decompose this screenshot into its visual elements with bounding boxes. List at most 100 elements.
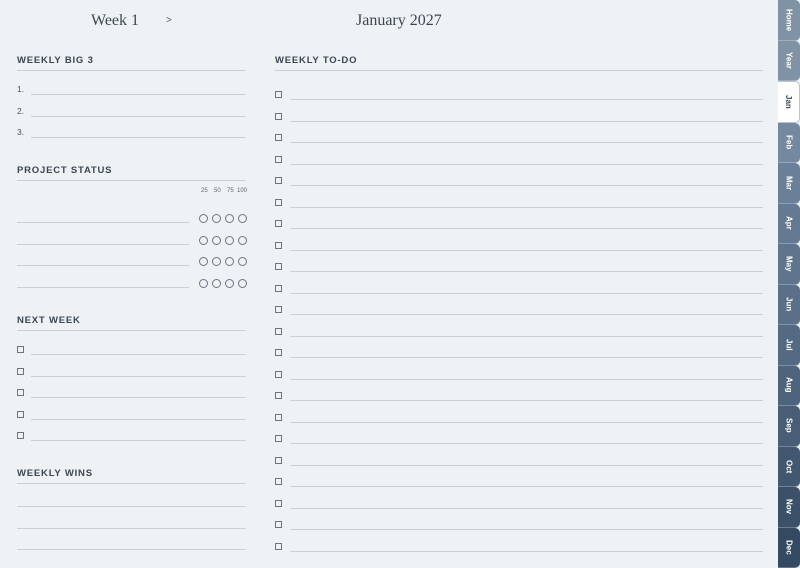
- next-week-checkbox[interactable]: [17, 367, 24, 375]
- todo-checkbox[interactable]: [275, 198, 282, 206]
- todo-checkbox[interactable]: [275, 435, 282, 442]
- todo-line[interactable]: [290, 271, 763, 272]
- tab-home[interactable]: Home: [778, 0, 800, 41]
- todo-checkbox[interactable]: [275, 134, 282, 141]
- todo-checkbox[interactable]: [275, 499, 282, 507]
- progress-circle[interactable]: [199, 235, 208, 245]
- progress-circle[interactable]: [212, 214, 221, 223]
- todo-line[interactable]: [290, 206, 763, 208]
- progress-circle[interactable]: [238, 278, 247, 288]
- month-title[interactable]: January 2027: [356, 12, 442, 30]
- todo-line[interactable]: [290, 378, 763, 380]
- todo-line[interactable]: [290, 314, 763, 315]
- todo-checkbox[interactable]: [275, 306, 282, 313]
- progress-circle[interactable]: [225, 214, 234, 223]
- next-week-line[interactable]: [31, 375, 246, 377]
- big3-writing-line[interactable]: [31, 115, 246, 117]
- progress-circle[interactable]: [199, 214, 208, 223]
- weekly-big3-rule: [17, 70, 246, 71]
- todo-checkbox[interactable]: [275, 327, 282, 335]
- project-name-line[interactable]: [17, 243, 189, 245]
- todo-checkbox[interactable]: [275, 456, 282, 464]
- progress-circle[interactable]: [238, 257, 247, 267]
- progress-circle[interactable]: [212, 235, 221, 245]
- progress-circle[interactable]: [212, 278, 221, 288]
- todo-checkbox[interactable]: [275, 112, 282, 120]
- next-week-checkbox[interactable]: [17, 346, 24, 353]
- tab-sep[interactable]: Sep: [778, 406, 800, 447]
- todo-line[interactable]: [290, 464, 763, 466]
- todo-line[interactable]: [290, 400, 763, 401]
- todo-line[interactable]: [290, 185, 763, 186]
- big3-writing-line[interactable]: [31, 137, 246, 138]
- tab-feb[interactable]: Feb: [778, 122, 800, 163]
- next-week-checkbox[interactable]: [17, 432, 24, 439]
- todo-checkbox[interactable]: [275, 521, 282, 528]
- project-name-line[interactable]: [17, 222, 189, 223]
- tab-nov[interactable]: Nov: [778, 487, 800, 528]
- next-week-checkbox[interactable]: [17, 389, 24, 396]
- tab-aug[interactable]: Aug: [778, 365, 800, 406]
- todo-line[interactable]: [290, 120, 763, 122]
- weekly-wins-line[interactable]: [17, 527, 246, 529]
- project-name-line[interactable]: [17, 286, 189, 288]
- tab-jun[interactable]: Jun: [778, 284, 800, 325]
- tab-may[interactable]: May: [778, 244, 800, 285]
- progress-circle[interactable]: [199, 257, 208, 267]
- todo-line[interactable]: [290, 443, 763, 444]
- tab-jan[interactable]: Jan: [778, 81, 800, 123]
- todo-line[interactable]: [290, 292, 763, 294]
- todo-line[interactable]: [290, 142, 763, 143]
- todo-checkbox[interactable]: [275, 220, 282, 227]
- todo-line[interactable]: [290, 357, 763, 358]
- tab-mar[interactable]: Mar: [778, 163, 800, 204]
- tab-oct[interactable]: Oct: [778, 446, 800, 487]
- todo-checkbox[interactable]: [275, 177, 282, 184]
- todo-checkbox[interactable]: [275, 542, 282, 550]
- tab-apr[interactable]: Apr: [778, 203, 800, 244]
- todo-checkbox[interactable]: [275, 413, 282, 421]
- weekly-wins-line[interactable]: [17, 549, 246, 550]
- tab-jul[interactable]: Jul: [778, 325, 800, 366]
- todo-checkbox[interactable]: [275, 241, 282, 249]
- next-week-line[interactable]: [31, 418, 246, 420]
- progress-circle[interactable]: [225, 257, 234, 267]
- project-status-title: PROJECT STATUS: [17, 165, 113, 176]
- todo-line[interactable]: [290, 507, 763, 509]
- next-week-line[interactable]: [31, 397, 246, 398]
- todo-line[interactable]: [290, 228, 763, 229]
- todo-line[interactable]: [290, 550, 763, 552]
- weekly-todo-rule: [275, 70, 763, 71]
- todo-checkbox[interactable]: [275, 478, 282, 485]
- todo-checkbox[interactable]: [275, 392, 282, 399]
- project-name-line[interactable]: [17, 265, 189, 267]
- tab-label: Sep: [784, 418, 794, 434]
- todo-checkbox[interactable]: [275, 284, 282, 292]
- todo-line[interactable]: [290, 486, 763, 487]
- next-week-arrow-button[interactable]: >: [166, 15, 172, 26]
- tab-year[interactable]: Year: [778, 40, 800, 81]
- progress-circle[interactable]: [238, 235, 247, 245]
- todo-checkbox[interactable]: [275, 263, 282, 270]
- next-week-line[interactable]: [31, 354, 246, 355]
- todo-checkbox[interactable]: [275, 155, 282, 163]
- progress-circle[interactable]: [238, 214, 247, 223]
- weekly-wins-line[interactable]: [17, 506, 246, 507]
- todo-line[interactable]: [290, 529, 763, 530]
- todo-checkbox[interactable]: [275, 370, 282, 378]
- todo-line[interactable]: [290, 421, 763, 423]
- todo-line[interactable]: [290, 99, 763, 100]
- progress-circle[interactable]: [199, 278, 208, 288]
- progress-circle[interactable]: [225, 278, 234, 288]
- todo-checkbox[interactable]: [275, 91, 282, 98]
- next-week-line[interactable]: [31, 440, 246, 441]
- tab-dec[interactable]: Dec: [778, 527, 800, 568]
- big3-writing-line[interactable]: [31, 94, 246, 95]
- todo-line[interactable]: [290, 163, 763, 165]
- progress-circle[interactable]: [212, 257, 221, 267]
- next-week-checkbox[interactable]: [17, 410, 24, 418]
- todo-line[interactable]: [290, 335, 763, 337]
- progress-circle[interactable]: [225, 235, 234, 245]
- todo-checkbox[interactable]: [275, 349, 282, 356]
- todo-line[interactable]: [290, 249, 763, 251]
